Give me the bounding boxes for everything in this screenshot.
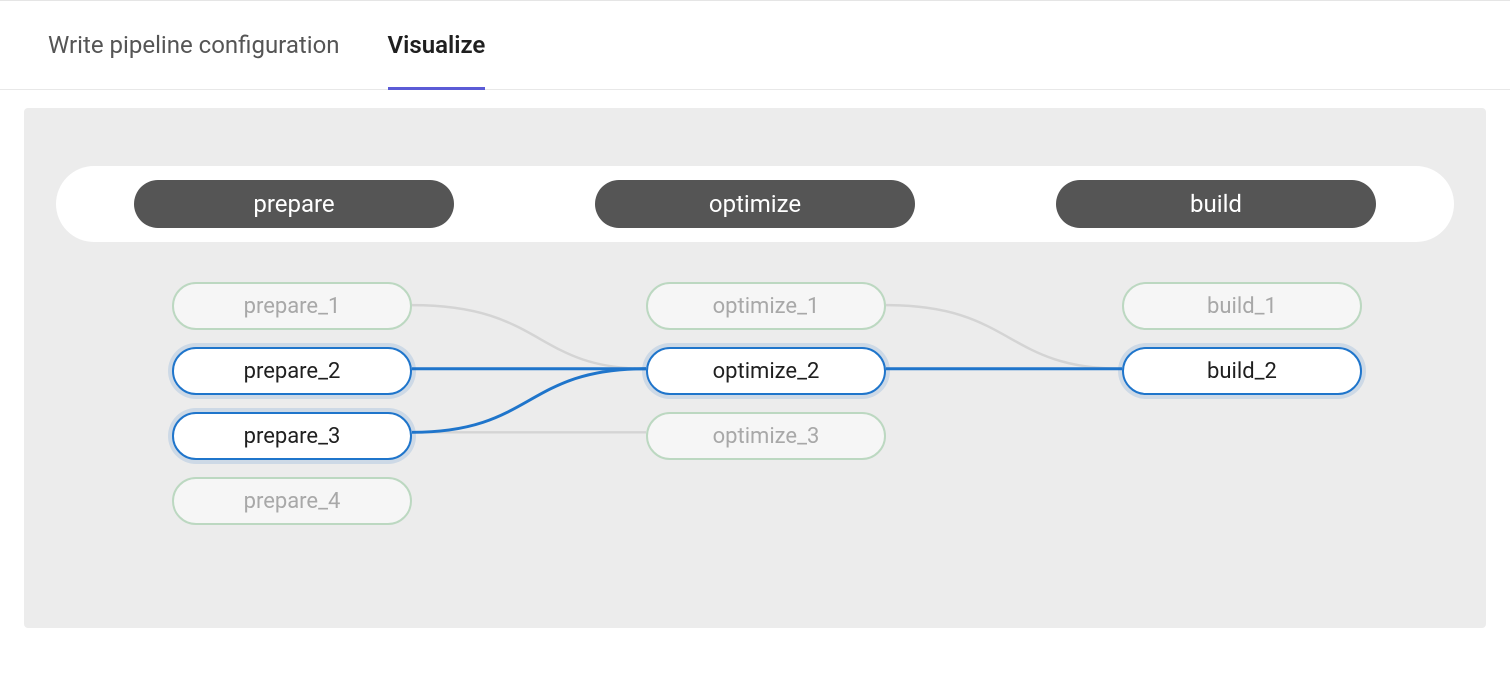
- job-optimize-2[interactable]: optimize_2: [646, 347, 886, 395]
- tab-write-pipeline[interactable]: Write pipeline configuration: [48, 31, 340, 89]
- stage-pill-optimize: optimize: [595, 180, 915, 228]
- link-prepare1-optimize2: [412, 305, 646, 369]
- link-prepare3-optimize2: [412, 369, 646, 433]
- job-prepare-3[interactable]: prepare_3: [172, 412, 412, 460]
- job-build-2[interactable]: build_2: [1122, 347, 1362, 395]
- pipeline-canvas: prepare optimize build prepare_1 prepare…: [24, 108, 1486, 628]
- tab-visualize[interactable]: Visualize: [388, 31, 486, 89]
- nodes-layer: prepare_1 prepare_2 prepare_3 prepare_4 …: [24, 266, 1486, 628]
- tab-bar: Write pipeline configuration Visualize: [0, 1, 1510, 90]
- link-optimize1-build2: [886, 305, 1122, 369]
- app-root: Write pipeline configuration Visualize p…: [0, 0, 1510, 676]
- stage-pill-prepare: prepare: [134, 180, 454, 228]
- stage-pill-build: build: [1056, 180, 1376, 228]
- job-prepare-2[interactable]: prepare_2: [172, 347, 412, 395]
- job-prepare-1[interactable]: prepare_1: [172, 282, 412, 330]
- job-optimize-3[interactable]: optimize_3: [646, 412, 886, 460]
- stage-header-bar: prepare optimize build: [56, 166, 1454, 242]
- job-optimize-1[interactable]: optimize_1: [646, 282, 886, 330]
- job-build-1[interactable]: build_1: [1122, 282, 1362, 330]
- job-prepare-4[interactable]: prepare_4: [172, 477, 412, 525]
